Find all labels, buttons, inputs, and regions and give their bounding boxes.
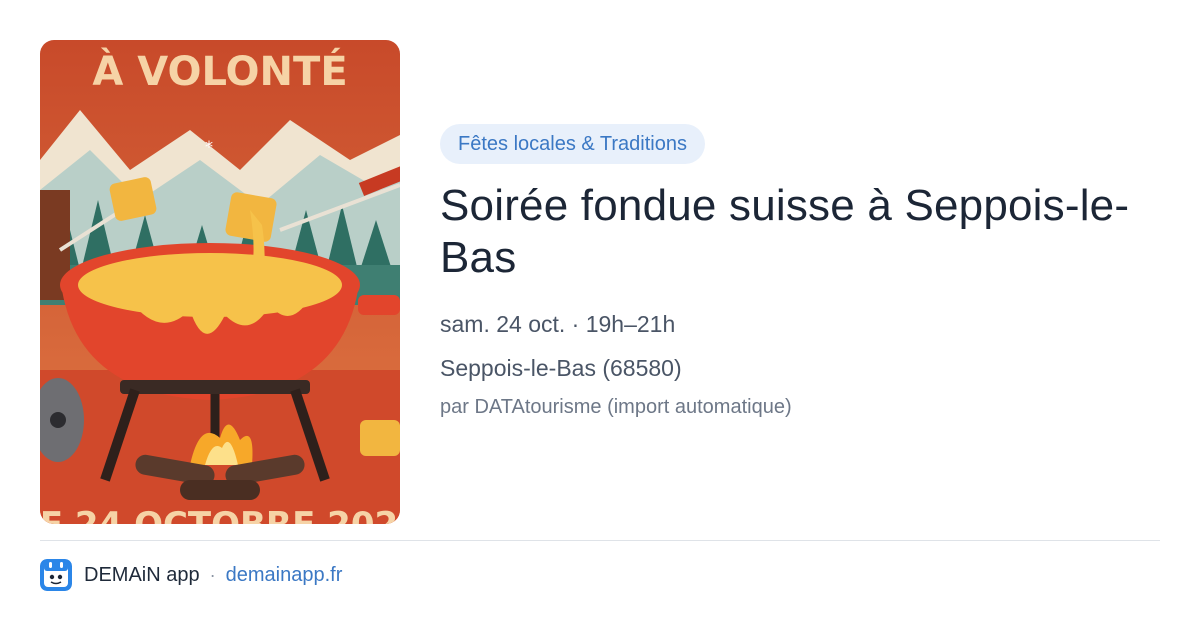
svg-text:*: * bbox=[205, 137, 213, 156]
category-badge[interactable]: Fêtes locales & Traditions bbox=[440, 124, 705, 164]
event-info: Fêtes locales & Traditions Soirée fondue… bbox=[440, 124, 1160, 421]
event-location: Seppois-le-Bas (68580) bbox=[440, 355, 682, 381]
share-card: * À VOLONTÉ Fêtes locales & Traditions S… bbox=[0, 0, 1200, 630]
app-name: DEMAiN app bbox=[84, 563, 200, 586]
footer: DEMAiN app · demainapp.fr bbox=[40, 558, 342, 592]
event-source: par DATAtourisme (import automatique) bbox=[440, 396, 792, 418]
poster-headline: À VOLONTÉ bbox=[92, 47, 347, 95]
app-logo-icon[interactable] bbox=[40, 559, 72, 591]
event-poster-image[interactable]: * À VOLONTÉ bbox=[40, 40, 400, 524]
poster-date-text: LE 24 OCTOBRE 2026 bbox=[40, 505, 400, 524]
event-datetime: sam. 24 oct. · 19h–21h bbox=[440, 311, 676, 337]
divider bbox=[40, 540, 1160, 541]
fondue-illustration: * À VOLONTÉ bbox=[40, 40, 400, 524]
app-domain-link[interactable]: demainapp.fr bbox=[226, 564, 343, 587]
footer-separator: · bbox=[209, 564, 216, 585]
event-title[interactable]: Soirée fondue suisse à Seppois-le-Bas bbox=[440, 180, 1160, 284]
